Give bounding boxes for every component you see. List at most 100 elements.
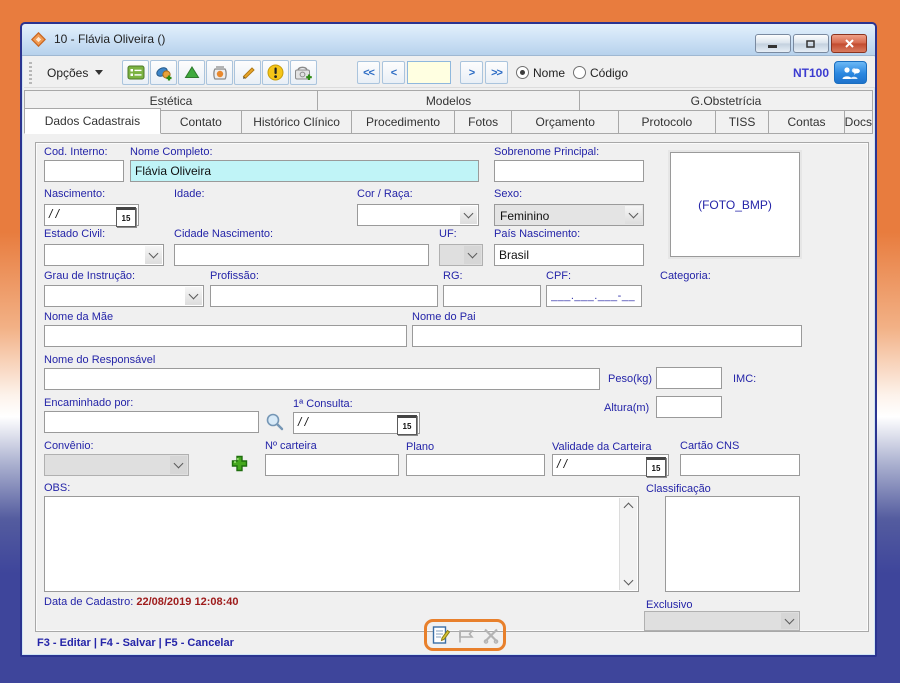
primeira-consulta-label: 1ª Consulta: xyxy=(293,398,353,410)
pencil-icon xyxy=(239,65,257,81)
chevron-down-icon[interactable] xyxy=(460,206,477,224)
obs-scrollbar[interactable] xyxy=(619,498,637,590)
cidade-nascimento-input[interactable] xyxy=(174,244,429,266)
uf-combo[interactable] xyxy=(439,244,483,266)
nome-mae-input[interactable] xyxy=(44,325,407,347)
validade-carteira-label: Validade da Carteira xyxy=(552,441,651,453)
classificacao-listbox[interactable] xyxy=(665,496,800,592)
chevron-down-icon xyxy=(170,456,187,474)
tab-docs[interactable]: Docs xyxy=(845,110,873,134)
nav-prev-button[interactable]: < xyxy=(382,61,405,84)
patient-photo-placeholder[interactable]: (FOTO_BMP) xyxy=(670,152,800,257)
sobrenome-label: Sobrenome Principal: xyxy=(494,146,599,158)
contact-button[interactable] xyxy=(834,61,867,84)
search-icon[interactable] xyxy=(265,412,284,431)
window-title: 10 - Flávia Oliveira () xyxy=(54,32,165,46)
profissao-input[interactable] xyxy=(210,285,438,307)
encaminhado-por-label: Encaminhado por: xyxy=(44,397,133,409)
patient-form-icon xyxy=(127,65,145,80)
pais-nascimento-label: País Nascimento: xyxy=(494,228,580,240)
validade-carteira-date-input[interactable]: / / 15 xyxy=(552,454,669,476)
title-bar[interactable]: 10 - Flávia Oliveira () xyxy=(22,24,875,56)
num-carteira-input[interactable] xyxy=(265,454,399,476)
chevron-down-icon[interactable] xyxy=(625,206,642,224)
close-button[interactable] xyxy=(831,34,867,53)
imc-label: IMC: xyxy=(733,373,756,385)
sobrenome-input[interactable] xyxy=(494,160,644,182)
nav-last-button[interactable]: >> xyxy=(485,61,508,84)
cpf-input[interactable] xyxy=(546,285,642,307)
jar-button[interactable] xyxy=(206,60,233,85)
nome-responsavel-input[interactable] xyxy=(44,368,600,390)
photo-add-icon xyxy=(294,65,313,81)
tab-fotos[interactable]: Fotos xyxy=(455,110,513,134)
nascimento-date-input[interactable]: / / 15 xyxy=(44,204,139,226)
radio-codigo[interactable] xyxy=(573,66,586,79)
plano-input[interactable] xyxy=(406,454,545,476)
grau-instrucao-combo[interactable] xyxy=(44,285,204,307)
patient-form-button[interactable] xyxy=(122,60,149,85)
record-number-input[interactable] xyxy=(407,61,451,84)
radio-dot xyxy=(520,70,525,75)
chevron-down-icon xyxy=(464,246,481,264)
nav-first-button[interactable]: << xyxy=(357,61,380,84)
nome-pai-input[interactable] xyxy=(412,325,802,347)
radio-codigo-label: Código xyxy=(590,66,628,80)
minimize-button[interactable] xyxy=(755,34,791,53)
exclusivo-combo[interactable] xyxy=(644,611,800,631)
nome-mae-label: Nome da Mãe xyxy=(44,311,113,323)
obs-textarea[interactable] xyxy=(44,496,639,592)
sexo-combo[interactable]: Feminino xyxy=(494,204,644,226)
idade-label: Idade: xyxy=(174,188,205,200)
chevron-down-icon xyxy=(781,613,798,629)
chevron-down-icon[interactable] xyxy=(145,246,162,264)
tab-dados-cadastrais[interactable]: Dados Cadastrais xyxy=(24,108,161,134)
tab-group-modelos[interactable]: Modelos xyxy=(317,90,579,112)
convenio-combo[interactable] xyxy=(44,454,189,476)
tab-tiss[interactable]: TISS xyxy=(716,110,770,134)
tab-historico-clinico[interactable]: Histórico Clínico xyxy=(242,110,352,134)
cartao-cns-input[interactable] xyxy=(680,454,800,476)
tab-procedimento[interactable]: Procedimento xyxy=(352,110,455,134)
function-keys-hint: F3 - Editar | F4 - Salvar | F5 - Cancela… xyxy=(37,637,234,649)
opcoes-menu-button[interactable]: Opções xyxy=(38,60,112,85)
radio-nome-label: Nome xyxy=(533,66,565,80)
photo-add-button[interactable] xyxy=(290,60,317,85)
primeira-consulta-date-input[interactable]: / / 15 xyxy=(293,412,420,434)
restore-button[interactable] xyxy=(793,34,829,53)
nascimento-label: Nascimento: xyxy=(44,188,105,200)
tab-contas[interactable]: Contas xyxy=(769,110,844,134)
nav-next-button[interactable]: > xyxy=(460,61,483,84)
nome-pai-label: Nome do Pai xyxy=(412,311,476,323)
tab-contato[interactable]: Contato xyxy=(161,110,242,134)
tab-orcamento[interactable]: Orçamento xyxy=(512,110,618,134)
cod-interno-input[interactable] xyxy=(44,160,124,182)
peso-label: Peso(kg) xyxy=(608,373,652,385)
estado-civil-combo[interactable] xyxy=(44,244,164,266)
alert-button[interactable] xyxy=(262,60,289,85)
peso-input[interactable] xyxy=(656,367,722,389)
calendar-icon[interactable]: 15 xyxy=(646,457,666,477)
tab-group-gobstetricia[interactable]: G.Obstetrícia xyxy=(579,90,873,112)
chevron-down-icon[interactable] xyxy=(185,287,202,305)
calendar-icon[interactable]: 15 xyxy=(116,207,136,227)
nome-responsavel-label: Nome do Responsável xyxy=(44,354,155,366)
rg-input[interactable] xyxy=(443,285,541,307)
pencil-button[interactable] xyxy=(234,60,261,85)
triangle-button[interactable] xyxy=(178,60,205,85)
encaminhado-por-input[interactable] xyxy=(44,411,259,433)
medication-add-button[interactable] xyxy=(150,60,177,85)
scroll-up-icon[interactable] xyxy=(620,498,637,514)
toolbar-grip[interactable] xyxy=(29,62,32,84)
sexo-label: Sexo: xyxy=(494,188,522,200)
cor-raca-combo[interactable] xyxy=(357,204,479,226)
altura-input[interactable] xyxy=(656,396,722,418)
nome-completo-input[interactable] xyxy=(130,160,479,182)
calendar-icon[interactable]: 15 xyxy=(397,415,417,435)
tab-protocolo[interactable]: Protocolo xyxy=(619,110,716,134)
add-convenio-icon[interactable] xyxy=(230,454,249,473)
scroll-down-icon[interactable] xyxy=(620,574,637,590)
pais-nascimento-input[interactable] xyxy=(494,244,644,266)
radio-nome[interactable] xyxy=(516,66,529,79)
cartao-cns-label: Cartão CNS xyxy=(680,440,739,452)
